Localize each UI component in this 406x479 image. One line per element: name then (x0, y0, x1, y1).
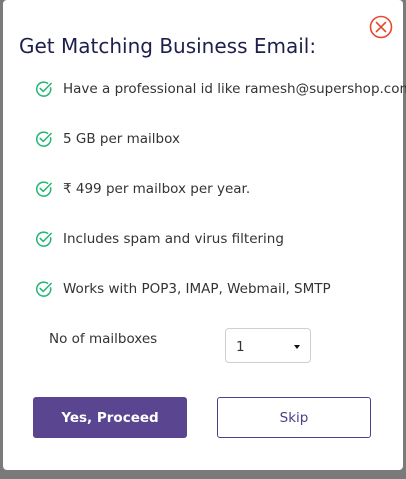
feature-item: Works with POP3, IMAP, Webmail, SMTP (35, 279, 331, 299)
feature-item: ₹ 499 per mailbox per year. (35, 179, 250, 199)
feature-item: 5 GB per mailbox (35, 129, 180, 149)
caret-down-icon (294, 345, 300, 349)
feature-item: Includes spam and virus filtering (35, 229, 284, 249)
feature-text: 5 GB per mailbox (63, 131, 180, 147)
feature-text: ₹ 499 per mailbox per year. (63, 181, 251, 197)
mailboxes-selected-value: 1 (236, 339, 245, 355)
feature-text: Includes spam and virus filtering (63, 231, 284, 247)
business-email-dialog: Get Matching Business Email: Have a prof… (3, 0, 406, 470)
check-circle-icon (35, 231, 52, 247)
skip-button[interactable]: Skip (217, 397, 371, 438)
feature-item: Have a professional id like ramesh@super… (35, 79, 406, 99)
check-circle-icon (35, 181, 52, 197)
check-circle-icon (35, 131, 52, 147)
close-button[interactable] (369, 15, 393, 39)
feature-text: Have a professional id like ramesh@super… (63, 81, 406, 97)
feature-text: Works with POP3, IMAP, Webmail, SMTP (63, 281, 331, 297)
check-circle-icon (35, 281, 52, 297)
proceed-button[interactable]: Yes, Proceed (33, 397, 187, 438)
mailboxes-select[interactable]: 1 (225, 328, 311, 363)
mailboxes-label: No of mailboxes (49, 331, 158, 347)
check-circle-icon (35, 81, 52, 97)
close-circle-icon (369, 15, 393, 39)
dialog-title: Get Matching Business Email: (19, 34, 317, 58)
